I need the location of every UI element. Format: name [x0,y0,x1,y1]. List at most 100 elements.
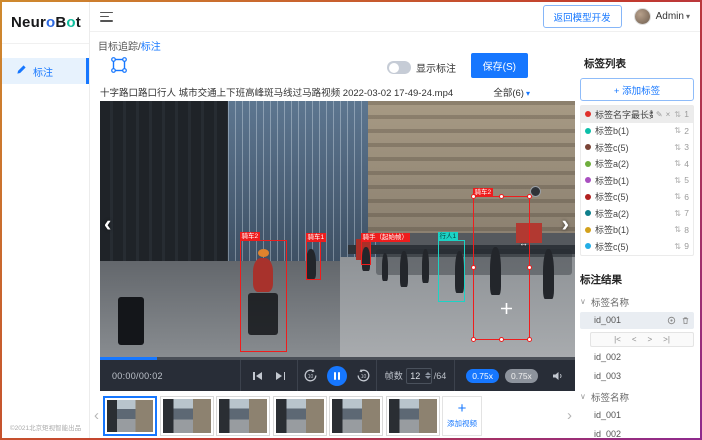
rect-draw-tool-icon[interactable] [110,56,128,74]
logo-part: N [11,14,22,31]
locate-icon[interactable] [667,316,676,325]
video-thumbnail-1[interactable] [103,396,157,436]
copyright-text: ©2021北京矩视智能出品 [2,422,89,432]
edit-label-icon[interactable]: ✎ [656,110,663,119]
pause-button[interactable] [327,366,347,386]
label-color-dot [585,144,591,150]
annotation-results-section: 标注结果 ∨ 标签名称 id_001 [580,272,694,439]
label-list-title: 标签列表 [584,56,694,71]
bbox-label: 骑车1 [306,233,327,242]
user-menu[interactable]: Admin▾ [656,11,690,22]
shortcut-number: 4 [683,159,689,169]
result-item-selected[interactable]: id_001 [580,312,694,329]
next-frame-icon[interactable] [276,372,285,380]
first-page-icon[interactable]: |< [614,335,621,344]
label-list-item[interactable]: 标签c(5) ⇅ 3 [581,139,693,156]
video-thumbnail-6[interactable] [386,396,440,436]
resize-handle[interactable] [527,337,532,342]
prev-frame-icon[interactable] [253,372,262,380]
label-list-item[interactable]: 标签c(5) ⇅ 9 [581,238,693,255]
result-group-header[interactable]: ∨ 标签名称 [580,294,694,310]
save-button[interactable]: 保存(S) [471,53,528,78]
svg-text:10: 10 [308,374,314,380]
label-list-item[interactable]: 标签a(2) ⇅ 4 [581,156,693,173]
label-color-dot [585,210,591,216]
thumbnail-strip: ‹ + 添加视频 › [90,393,576,438]
add-label-button[interactable]: + 添加标签 [580,78,694,101]
sidebar: NeuroBot 标注 ©2021北京矩视智能出品 [2,2,90,438]
label-list-item[interactable]: 标签b(1) ⇅ 2 [581,123,693,140]
pencil-icon [16,64,27,78]
time-display: 00:00/00:02 [100,360,240,391]
chevron-down-icon: ▾ [526,89,530,98]
prev-page-icon[interactable]: < [632,335,637,344]
frame-count-label: 帧数 [385,369,403,382]
video-title: 十字路口路口行人 城市交通上下班高峰斑马线过马路视频 2022-03-02 17… [100,85,480,99]
trash-icon[interactable] [681,316,690,325]
result-group-header[interactable]: ∨ 标签名称 [580,389,694,405]
resize-handle[interactable] [499,194,504,199]
label-filter-dropdown[interactable]: 全部(6)▾ [493,85,530,99]
chevron-down-icon: ▾ [686,12,690,21]
top-header-bar: 返回模型开发 Admin▾ [90,2,700,32]
user-avatar[interactable] [634,8,651,25]
thumbs-scroll-right-icon[interactable]: › [563,407,576,424]
resize-handle[interactable] [471,337,476,342]
video-thumbnail-2[interactable] [160,396,214,436]
delete-label-icon[interactable]: × [666,110,671,119]
scene-person [543,249,554,299]
video-thumbnail-3[interactable] [216,396,270,436]
bbox-rider2-selected[interactable]: 骑车2 [473,196,530,340]
resize-handle[interactable] [471,194,476,199]
sort-icon: ⇅ [674,225,681,234]
rewind-10-icon[interactable]: 10 [303,368,318,383]
resize-handle[interactable] [499,337,504,342]
show-annotation-toggle[interactable] [387,61,411,74]
label-list-item[interactable]: 标签a(2) ⇅ 7 [581,205,693,222]
video-canvas[interactable]: 骑车2 骑车1 骑手（起始帧） 行人1 骑车2 [100,101,575,357]
shortcut-number: 7 [683,208,689,218]
prev-video-chevron[interactable]: ‹ [104,213,111,235]
sort-icon: ⇅ [674,176,681,185]
label-list-item[interactable]: 标签b(1) ⇅ 8 [581,222,693,239]
bbox-rider-startframe[interactable]: 骑手（起始帧） [361,241,371,265]
speed-pill-inactive[interactable]: 0.75x [505,369,538,383]
video-thumbnail-5[interactable] [329,396,383,436]
box-point-button[interactable] [530,186,541,197]
thumbs-scroll-left-icon[interactable]: ‹ [90,407,103,424]
label-list-item[interactable]: 标签名字最长数... ✎ × ⇅ 1 [581,106,693,123]
forward-10-icon[interactable]: 10 [356,368,371,383]
resize-handle[interactable] [527,265,532,270]
speed-pill-active[interactable]: 0.75x [466,369,499,383]
breadcrumb-parent[interactable]: 目标追踪/ [98,42,141,53]
result-item[interactable]: id_003 [580,368,694,385]
video-thumbnail-4[interactable] [273,396,327,436]
result-item[interactable]: id_002 [580,426,694,439]
bbox-label: 行人1 [438,232,459,241]
shortcut-number: 6 [683,192,689,202]
frame-stepper[interactable] [425,372,431,379]
volume-icon[interactable] [552,370,564,382]
bbox-pedestrian1[interactable]: 行人1 [438,240,465,302]
sort-icon: ⇅ [674,209,681,218]
label-list-item[interactable]: 标签b(1) ⇅ 5 [581,172,693,189]
label-color-dot [585,128,591,134]
sort-icon: ⇅ [674,126,681,135]
sort-icon: ⇅ [674,110,681,119]
bbox-rider1[interactable]: 骑车1 [306,241,321,280]
next-video-chevron[interactable]: › [562,213,569,235]
add-video-button[interactable]: + 添加视频 [442,396,482,436]
scene-cyclist-dark [118,297,144,345]
resize-handle[interactable] [471,265,476,270]
collapse-menu-icon[interactable] [100,12,113,22]
result-item[interactable]: id_001 [580,407,694,424]
sidebar-item-annotate[interactable]: 标注 [2,58,89,84]
label-list-item[interactable]: 标签c(5) ⇅ 6 [581,189,693,206]
collapse-icon: ∨ [580,297,587,306]
bbox-rider2-left[interactable]: 骑车2 [240,240,287,352]
result-item[interactable]: id_002 [580,349,694,366]
last-page-icon[interactable]: >| [663,335,670,344]
next-page-icon[interactable]: > [648,335,653,344]
back-to-model-dev-button[interactable]: 返回模型开发 [543,5,622,28]
shortcut-number: 8 [683,225,689,235]
